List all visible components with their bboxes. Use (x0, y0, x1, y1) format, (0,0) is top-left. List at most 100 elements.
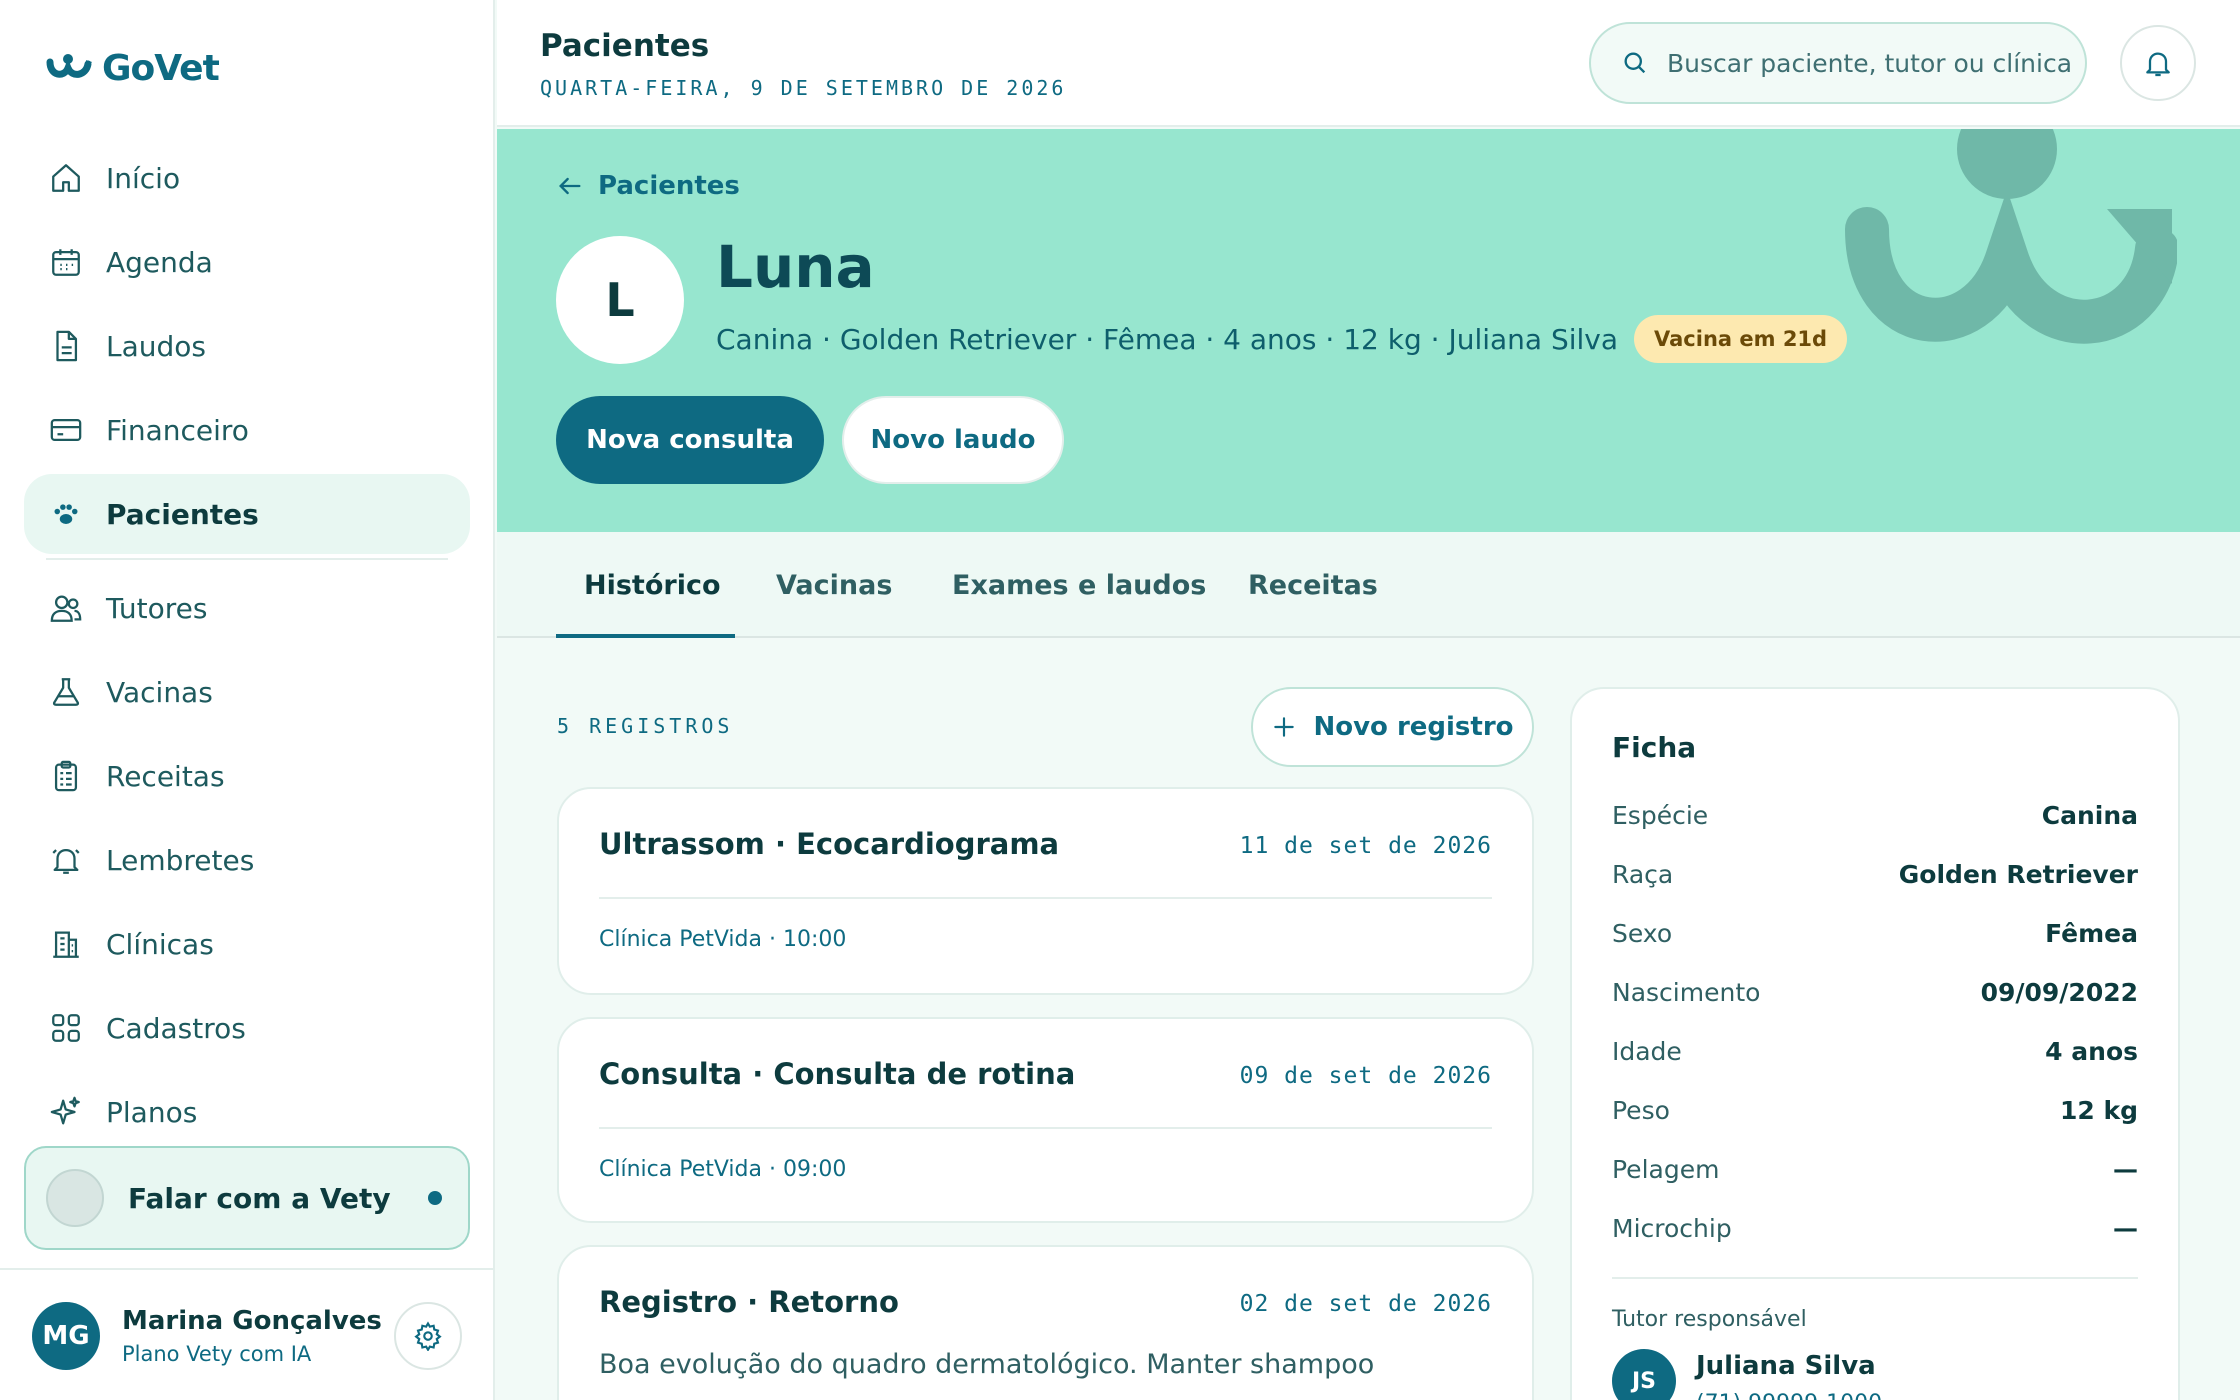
sheet-title: Ficha (1612, 731, 1697, 764)
sheet-key: Nascimento (1612, 978, 1761, 1007)
sidebar-item-tutores[interactable]: Tutores (24, 568, 470, 648)
sidebar-item-financeiro[interactable]: Financeiro (24, 390, 470, 470)
sidebar-item-cadastros[interactable]: Cadastros (24, 988, 470, 1068)
sheet-row-microchip: Microchip — (1612, 1214, 2138, 1243)
sheet-key: Espécie (1612, 801, 1709, 830)
logo-watermark-icon (1845, 129, 2177, 344)
sidebar-nav: Início Agenda Laudos Financeiro Paciente… (24, 138, 470, 1156)
sheet-value: — (2113, 1214, 2138, 1243)
sheet-key: Pelagem (1612, 1155, 1720, 1184)
search-input[interactable] (1667, 48, 2077, 78)
record-card[interactable]: Ultrassom · Ecocardiograma 11 de set de … (557, 787, 1534, 995)
records-count: 5 REGISTROS (557, 714, 734, 738)
divider (599, 1127, 1492, 1129)
sheet-row-nascimento: Nascimento 09/09/2022 (1612, 978, 2138, 1007)
credit-card-icon (48, 412, 84, 448)
avatar: JS (1612, 1349, 1676, 1400)
record-card[interactable]: Registro · Retorno 02 de set de 2026 Boa… (557, 1245, 1534, 1400)
tab-vacinas[interactable]: Vacinas (776, 532, 892, 638)
sheet-key: Microchip (1612, 1214, 1732, 1243)
patient-hero: Pacientes L Luna Canina · Golden Retriev… (497, 129, 2240, 532)
building-icon (48, 926, 84, 962)
user-profile[interactable]: MG Marina Gonçalves Plano Vety com IA (32, 1302, 382, 1370)
back-link-label: Pacientes (598, 171, 740, 201)
sidebar-item-label: Tutores (106, 591, 208, 625)
home-icon (48, 160, 84, 196)
record-meta: Clínica PetVida · 10:00 (599, 927, 847, 952)
record-card[interactable]: Consulta · Consulta de rotina 09 de set … (557, 1017, 1534, 1223)
record-date: 09 de set de 2026 (1239, 1063, 1492, 1089)
logo-icon (46, 53, 92, 78)
notifications-button[interactable] (2120, 25, 2196, 101)
new-report-button[interactable]: Novo laudo (842, 396, 1064, 484)
sheet-value: Canina (2041, 801, 2138, 830)
sidebar-item-label: Planos (106, 1095, 198, 1129)
logo-text: GoVet (102, 48, 220, 89)
patient-tabs: Histórico Vacinas Exames e laudos Receit… (497, 532, 2240, 638)
flask-icon (48, 674, 84, 710)
tutor-label: Tutor responsável (1612, 1307, 1807, 1332)
record-date: 02 de set de 2026 (1239, 1291, 1492, 1317)
sheet-value: 09/09/2022 (1980, 978, 2138, 1007)
sidebar-item-planos[interactable]: Planos (24, 1072, 470, 1152)
sidebar-item-pacientes[interactable]: Pacientes (24, 474, 470, 554)
logo[interactable]: GoVet (46, 48, 220, 89)
sheet-key: Idade (1612, 1037, 1682, 1066)
divider (1612, 1277, 2138, 1279)
sidebar-item-clinicas[interactable]: Clínicas (24, 904, 470, 984)
sidebar-item-label: Pacientes (106, 497, 259, 531)
bell-icon (2146, 52, 2170, 77)
page-title: Pacientes (540, 28, 710, 64)
record-meta: Clínica PetVida · 09:00 (599, 1157, 847, 1182)
tab-historico[interactable]: Histórico (584, 532, 721, 638)
search-box[interactable] (1589, 22, 2087, 104)
paw-icon (48, 496, 84, 532)
sidebar-item-lembretes[interactable]: Lembretes (24, 820, 470, 900)
settings-button[interactable] (394, 1302, 462, 1370)
back-link[interactable]: Pacientes (556, 171, 740, 201)
sidebar-item-label: Clínicas (106, 927, 214, 961)
users-icon (48, 590, 84, 626)
calendar-icon (48, 244, 84, 280)
sidebar-item-label: Lembretes (106, 843, 255, 877)
sidebar-item-label: Vacinas (106, 675, 213, 709)
plus-icon (1274, 717, 1295, 737)
record-title: Ultrassom · Ecocardiograma (599, 827, 1060, 861)
sheet-row-idade: Idade 4 anos (1612, 1037, 2138, 1066)
sidebar-item-vacinas[interactable]: Vacinas (24, 652, 470, 732)
sparkles-icon (48, 1094, 84, 1130)
vety-chat-button[interactable]: Falar com a Vety (24, 1146, 470, 1250)
sidebar: GoVet Início Agenda Laudos Financeiro Pa… (0, 0, 495, 1400)
record-note: Boa evolução do quadro dermatológico. Ma… (599, 1349, 1375, 1380)
sidebar-item-label: Financeiro (106, 413, 249, 447)
sidebar-item-label: Receitas (106, 759, 225, 793)
sidebar-item-agenda[interactable]: Agenda (24, 222, 470, 302)
divider (599, 897, 1492, 899)
sheet-row-sexo: Sexo Fêmea (1612, 919, 2138, 948)
clipboard-icon (48, 758, 84, 794)
bell-icon (48, 842, 84, 878)
tab-exames-e-laudos[interactable]: Exames e laudos (952, 532, 1206, 638)
vety-avatar (46, 1169, 104, 1227)
sheet-value: Golden Retriever (1898, 860, 2138, 889)
sidebar-item-inicio[interactable]: Início (24, 138, 470, 218)
divider (0, 1268, 495, 1270)
sidebar-item-laudos[interactable]: Laudos (24, 306, 470, 386)
tutor-name[interactable]: Juliana Silva (1696, 1351, 1876, 1381)
top-bar: Pacientes QUARTA-FEIRA, 9 DE SETEMBRO DE… (497, 0, 2240, 127)
new-record-button[interactable]: Novo registro (1251, 687, 1534, 767)
sheet-value: — (2113, 1155, 2138, 1184)
vaccine-status-badge: Vacina em 21d (1634, 315, 1848, 363)
user-plan: Plano Vety com IA (122, 1342, 312, 1366)
patient-summary: Canina · Golden Retriever · Fêmea · 4 an… (716, 315, 1848, 363)
patient-info: Canina · Golden Retriever · Fêmea · 4 an… (716, 322, 1619, 356)
new-record-label: Novo registro (1313, 712, 1514, 742)
nav-divider (46, 558, 448, 560)
sidebar-item-label: Laudos (106, 329, 206, 363)
sidebar-item-receitas[interactable]: Receitas (24, 736, 470, 816)
arrow-left-icon (559, 177, 581, 195)
sheet-key: Sexo (1612, 919, 1673, 948)
new-consult-button[interactable]: Nova consulta (556, 396, 824, 484)
tab-receitas[interactable]: Receitas (1248, 532, 1378, 638)
tutor-phone: (71) 99999-1000 (1696, 1391, 1882, 1400)
